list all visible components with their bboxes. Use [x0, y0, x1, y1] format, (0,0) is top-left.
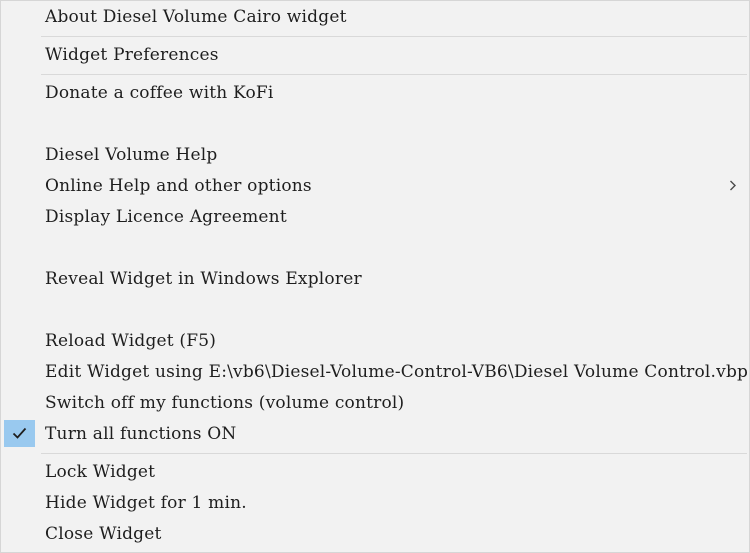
menu-item-online-help[interactable]: Online Help and other options: [1, 170, 749, 201]
menu-item-label: Display Licence Agreement: [45, 206, 287, 227]
menu-item-label: Hide Widget for 1 min.: [45, 492, 247, 513]
chevron-right-icon: [729, 176, 737, 195]
menu-separator: [41, 453, 747, 454]
menu-item-label: About Diesel Volume Cairo widget: [45, 6, 347, 27]
menu-item-about[interactable]: About Diesel Volume Cairo widget: [1, 1, 749, 32]
menu-item-widget-preferences[interactable]: Widget Preferences: [1, 39, 749, 70]
menu-item-label: Online Help and other options: [45, 175, 312, 196]
menu-item-switch-off-functions[interactable]: Switch off my functions (volume control): [1, 387, 749, 418]
menu-item-label: Widget Preferences: [45, 44, 219, 65]
menu-item-label: Reload Widget (F5): [45, 330, 217, 351]
menu-item-label: Turn all functions ON: [45, 423, 237, 444]
menu-item-label: Diesel Volume Help: [45, 144, 218, 165]
menu-item-label: Reveal Widget in Windows Explorer: [45, 268, 362, 289]
menu-item-label: Close Widget: [45, 523, 162, 544]
menu-item-edit-widget[interactable]: Edit Widget using E:\vb6\Diesel-Volume-C…: [1, 356, 749, 387]
menu-separator: [41, 74, 747, 75]
menu-item-reload[interactable]: Reload Widget (F5): [1, 325, 749, 356]
menu-item-close-widget[interactable]: Close Widget: [1, 518, 749, 549]
menu-item-donate[interactable]: Donate a coffee with KoFi: [1, 77, 749, 108]
menu-item-reveal-in-explorer[interactable]: Reveal Widget in Windows Explorer: [1, 263, 749, 294]
menu-item-label: Donate a coffee with KoFi: [45, 82, 274, 103]
checkmark-icon: [4, 420, 35, 447]
menu-item-turn-all-on[interactable]: Turn all functions ON: [1, 418, 749, 449]
menu-item-licence-agreement[interactable]: Display Licence Agreement: [1, 201, 749, 232]
menu-separator: [41, 36, 747, 37]
menu-item-label: Edit Widget using E:\vb6\Diesel-Volume-C…: [45, 361, 749, 382]
menu-item-label: Lock Widget: [45, 461, 156, 482]
menu-item-lock-widget[interactable]: Lock Widget: [1, 456, 749, 487]
menu-item-help[interactable]: Diesel Volume Help: [1, 139, 749, 170]
menu-item-hide-widget[interactable]: Hide Widget for 1 min.: [1, 487, 749, 518]
menu-item-label: Switch off my functions (volume control): [45, 392, 405, 413]
context-menu: About Diesel Volume Cairo widget Widget …: [0, 0, 750, 553]
